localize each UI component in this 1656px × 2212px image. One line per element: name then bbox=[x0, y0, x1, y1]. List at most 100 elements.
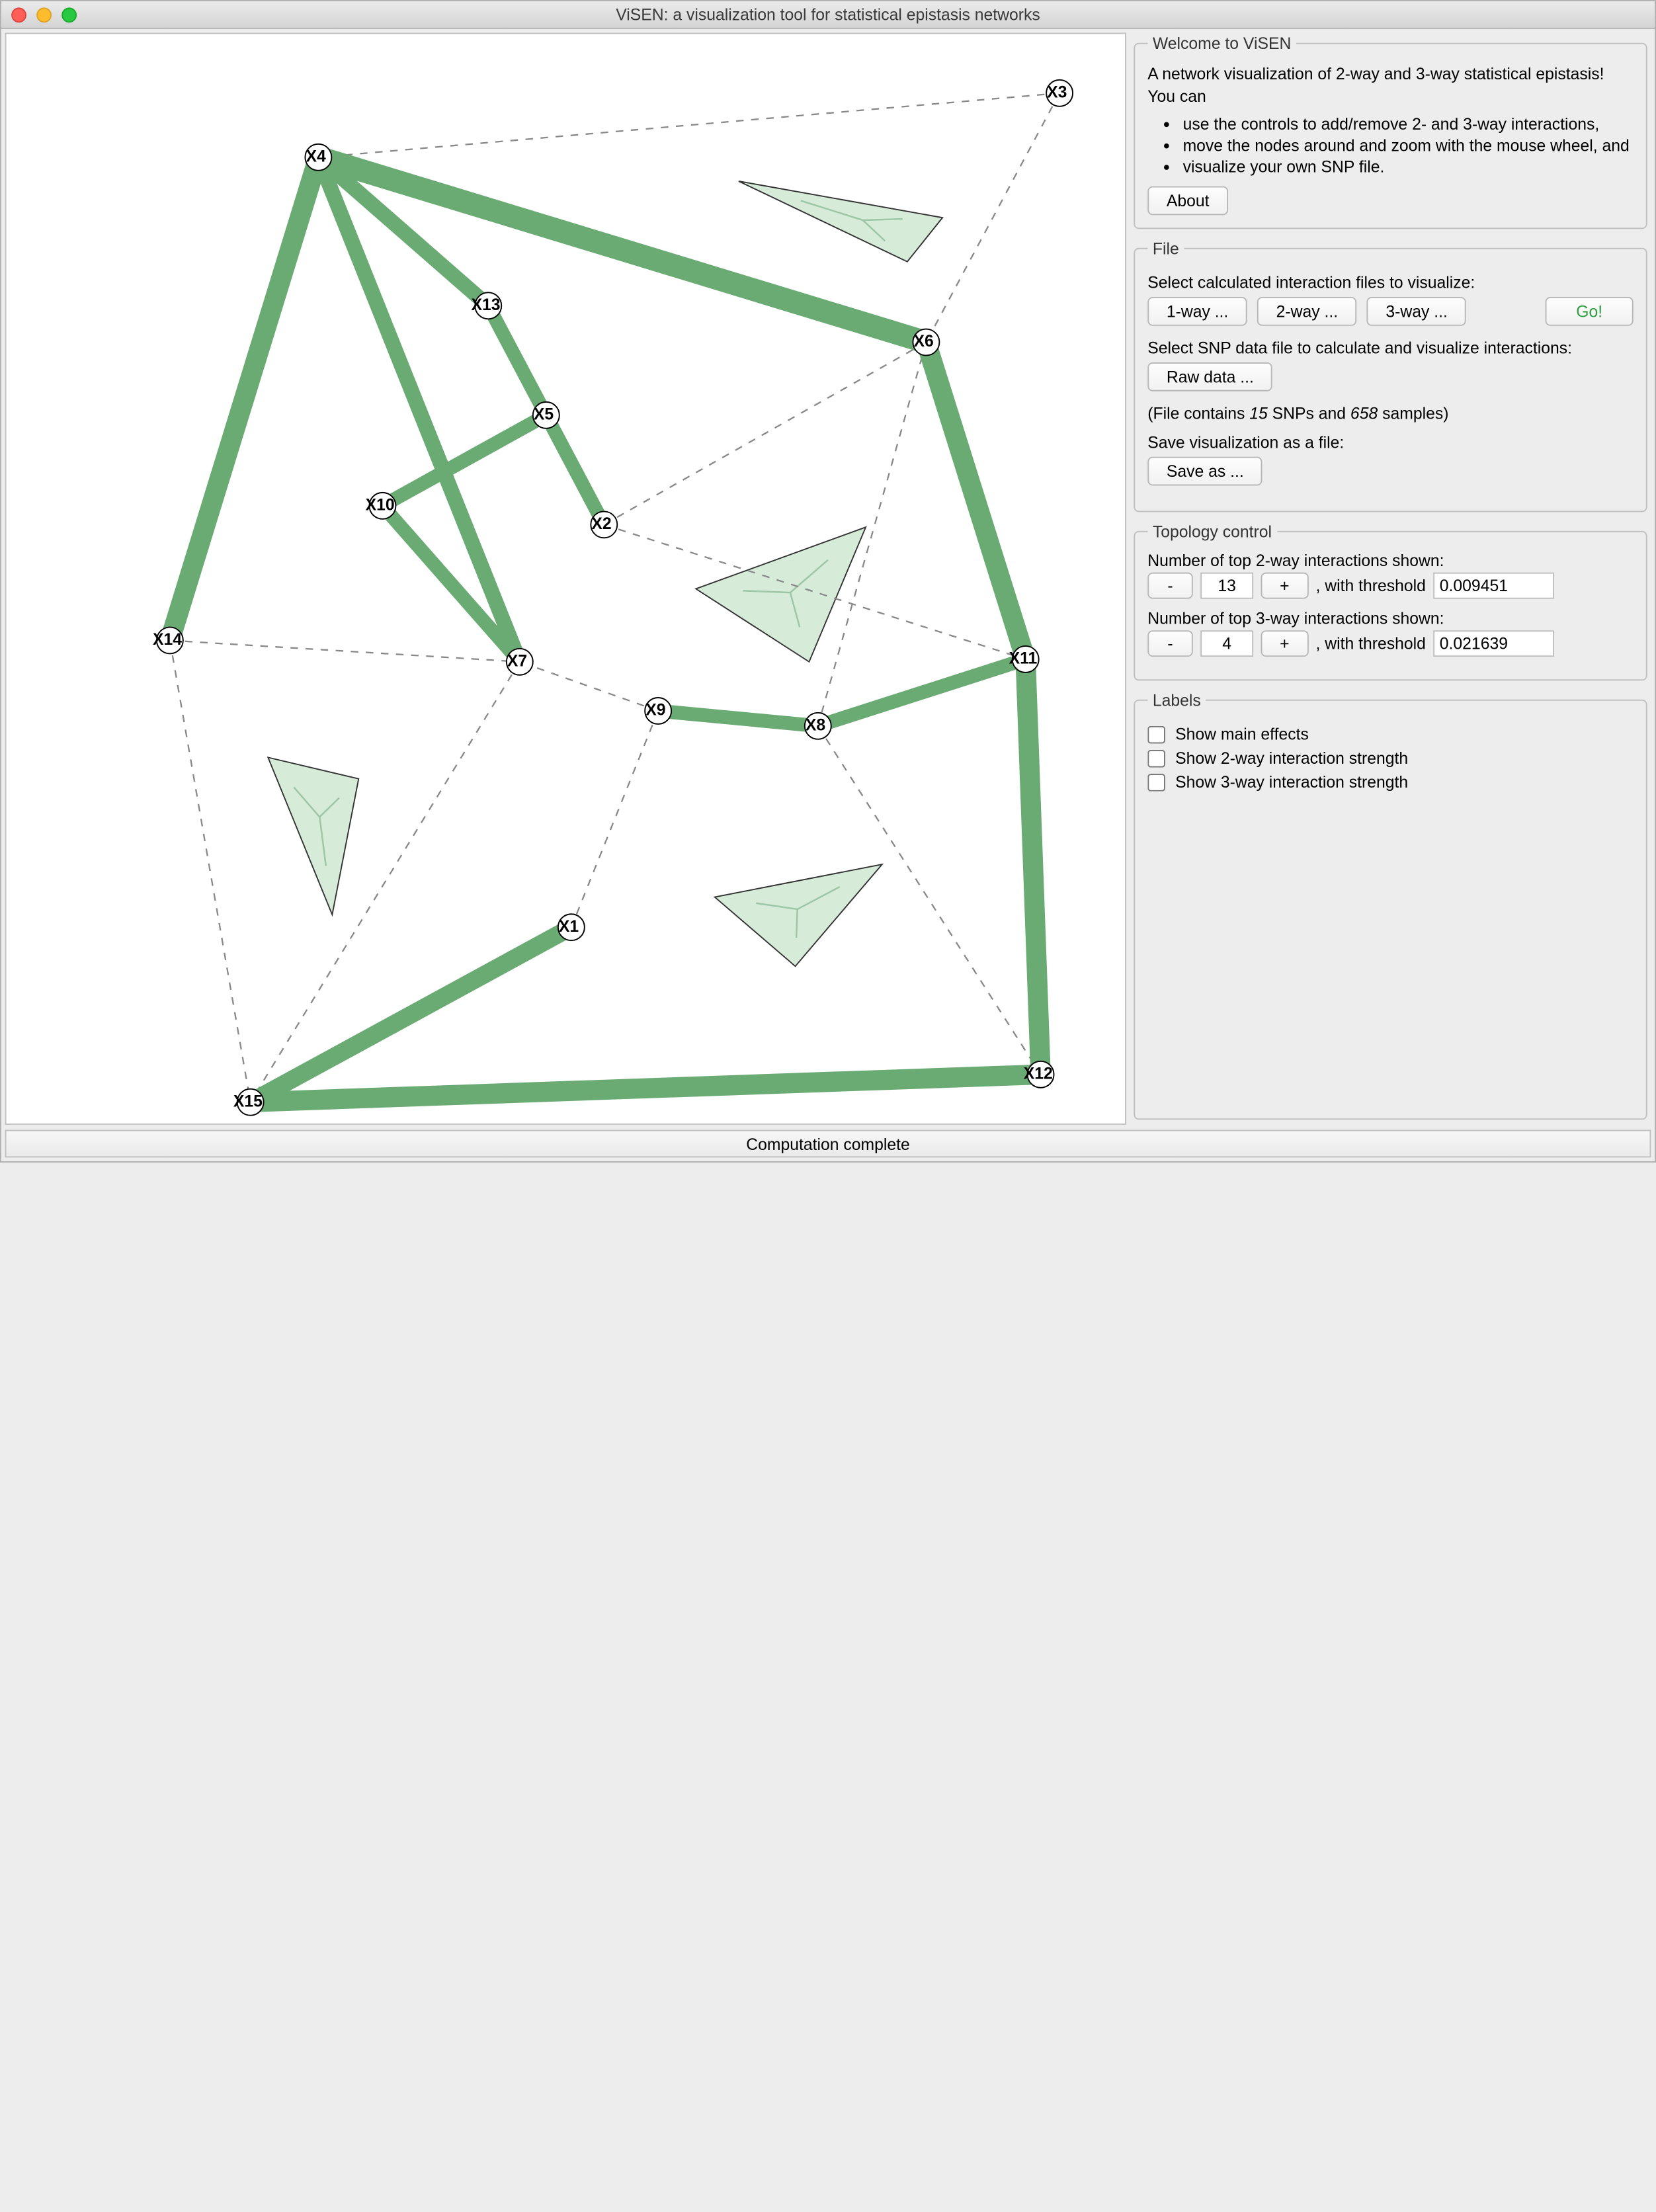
three-way-row: - + , with threshold bbox=[1147, 630, 1633, 657]
node-x5[interactable] bbox=[532, 401, 560, 429]
edge-2way bbox=[318, 157, 519, 662]
two-way-row: - + , with threshold bbox=[1147, 573, 1633, 599]
window-title: ViSEN: a visualization tool for statisti… bbox=[1, 5, 1655, 24]
traffic-lights bbox=[1, 7, 77, 22]
file-info: (File contains 15 SNPs and 658 samples) bbox=[1147, 404, 1633, 423]
show-main-effects-label: Show main effects bbox=[1175, 725, 1309, 744]
save-row: Save as ... bbox=[1147, 457, 1633, 486]
node-x8[interactable] bbox=[804, 712, 832, 740]
edge-2way bbox=[658, 711, 818, 726]
two-way-threshold-input[interactable] bbox=[1433, 573, 1554, 599]
dashed-edge bbox=[170, 640, 520, 661]
node-x9[interactable] bbox=[644, 697, 672, 725]
node-x12[interactable] bbox=[1027, 1061, 1055, 1088]
zoom-icon[interactable] bbox=[62, 7, 77, 22]
calc-file-row: 1-way ... 2-way ... 3-way ... Go! bbox=[1147, 297, 1633, 326]
show-3way-checkbox[interactable] bbox=[1147, 773, 1165, 791]
sample-count: 658 bbox=[1350, 404, 1378, 423]
titlebar[interactable]: ViSEN: a visualization tool for statisti… bbox=[1, 1, 1655, 29]
three-way-button[interactable]: 3-way ... bbox=[1367, 297, 1467, 326]
welcome-list: use the controls to add/remove 2- and 3-… bbox=[1183, 114, 1634, 176]
edge-2way bbox=[546, 415, 604, 525]
save-label: Save visualization as a file: bbox=[1147, 433, 1633, 452]
three-way-plus-button[interactable]: + bbox=[1261, 630, 1309, 657]
node-x2[interactable] bbox=[590, 511, 618, 538]
three-way-label: Number of top 3-way interactions shown: bbox=[1147, 609, 1633, 628]
edge-2way bbox=[318, 157, 926, 343]
two-way-plus-button[interactable]: + bbox=[1261, 573, 1309, 599]
node-x14[interactable] bbox=[156, 626, 184, 654]
file-info-suffix: samples) bbox=[1378, 404, 1448, 423]
file-legend: File bbox=[1147, 239, 1184, 259]
node-x11[interactable] bbox=[1012, 645, 1040, 673]
welcome-intro: A network visualization of 2-way and 3-w… bbox=[1147, 63, 1633, 107]
dashed-edge bbox=[818, 343, 927, 726]
dashed-edge bbox=[318, 93, 1059, 157]
dashed-edge bbox=[926, 93, 1059, 343]
file-panel: File Select calculated interaction files… bbox=[1134, 239, 1647, 512]
triangle-3way bbox=[739, 181, 942, 262]
show-main-effects-row[interactable]: Show main effects bbox=[1147, 725, 1633, 744]
content-area: X3X4X13X6X5X10X2X14X7X11X9X8X1X12X15 Wel… bbox=[1, 29, 1655, 1125]
show-3way-row[interactable]: Show 3-way interaction strength bbox=[1147, 772, 1633, 792]
node-x15[interactable] bbox=[237, 1088, 265, 1116]
triangle-3way bbox=[268, 757, 358, 915]
two-way-button[interactable]: 2-way ... bbox=[1257, 297, 1357, 326]
triangle-3way bbox=[715, 864, 882, 966]
about-button[interactable]: About bbox=[1147, 186, 1228, 216]
file-info-mid: SNPs and bbox=[1268, 404, 1350, 423]
dashed-edge bbox=[520, 662, 658, 711]
file-info-prefix: (File contains bbox=[1147, 404, 1249, 423]
minimize-icon[interactable] bbox=[36, 7, 52, 22]
triangle-spoke bbox=[796, 909, 798, 938]
welcome-bullet: visualize your own SNP file. bbox=[1183, 157, 1634, 177]
welcome-panel: Welcome to ViSEN A network visualization… bbox=[1134, 34, 1647, 229]
two-way-minus-button[interactable]: - bbox=[1147, 573, 1192, 599]
show-3way-label: Show 3-way interaction strength bbox=[1175, 772, 1408, 792]
show-2way-label: Show 2-way interaction strength bbox=[1175, 749, 1408, 768]
app-window: ViSEN: a visualization tool for statisti… bbox=[0, 0, 1656, 1163]
status-text: Computation complete bbox=[746, 1134, 910, 1153]
welcome-bullet: move the nodes around and zoom with the … bbox=[1183, 136, 1634, 155]
dashed-edge bbox=[571, 711, 658, 927]
two-way-count-input[interactable] bbox=[1200, 573, 1253, 599]
topology-panel: Topology control Number of top 2-way int… bbox=[1134, 522, 1647, 681]
one-way-button[interactable]: 1-way ... bbox=[1147, 297, 1247, 326]
node-x3[interactable] bbox=[1046, 79, 1073, 107]
network-canvas[interactable]: X3X4X13X6X5X10X2X14X7X11X9X8X1X12X15 bbox=[5, 32, 1126, 1124]
select-calc-label: Select calculated interaction files to v… bbox=[1147, 273, 1633, 292]
go-button[interactable]: Go! bbox=[1546, 297, 1634, 326]
node-x10[interactable] bbox=[369, 492, 397, 520]
node-x4[interactable] bbox=[304, 143, 332, 171]
show-2way-checkbox[interactable] bbox=[1147, 749, 1165, 767]
dashed-edge bbox=[604, 343, 926, 525]
show-main-effects-checkbox[interactable] bbox=[1147, 725, 1165, 743]
edge-2way bbox=[251, 927, 571, 1102]
three-way-threshold-label: , with threshold bbox=[1315, 634, 1425, 653]
labels-legend: Labels bbox=[1147, 691, 1206, 710]
edge-2way bbox=[488, 306, 546, 415]
node-x1[interactable] bbox=[558, 913, 585, 941]
node-x6[interactable] bbox=[912, 329, 940, 356]
two-way-label: Number of top 2-way interactions shown: bbox=[1147, 552, 1633, 571]
save-as-button[interactable]: Save as ... bbox=[1147, 457, 1263, 486]
edge-2way bbox=[170, 157, 319, 641]
node-x13[interactable] bbox=[474, 292, 502, 319]
edge-2way bbox=[1026, 659, 1041, 1075]
three-way-threshold-input[interactable] bbox=[1433, 630, 1554, 657]
triangle-3way bbox=[696, 527, 866, 662]
network-svg bbox=[7, 34, 1126, 1124]
raw-data-button[interactable]: Raw data ... bbox=[1147, 362, 1272, 391]
show-2way-row[interactable]: Show 2-way interaction strength bbox=[1147, 749, 1633, 768]
three-way-minus-button[interactable]: - bbox=[1147, 630, 1192, 657]
three-way-count-input[interactable] bbox=[1200, 630, 1253, 657]
two-way-threshold-label: , with threshold bbox=[1315, 577, 1425, 596]
side-panel: Welcome to ViSEN A network visualization… bbox=[1129, 29, 1655, 1125]
labels-panel: Labels Show main effects Show 2-way inte… bbox=[1134, 691, 1647, 1120]
snp-count: 15 bbox=[1249, 404, 1268, 423]
close-icon[interactable] bbox=[11, 7, 26, 22]
edge-2way bbox=[926, 343, 1025, 659]
edge-2way bbox=[382, 506, 519, 662]
topology-legend: Topology control bbox=[1147, 522, 1276, 542]
node-x7[interactable] bbox=[506, 648, 534, 676]
